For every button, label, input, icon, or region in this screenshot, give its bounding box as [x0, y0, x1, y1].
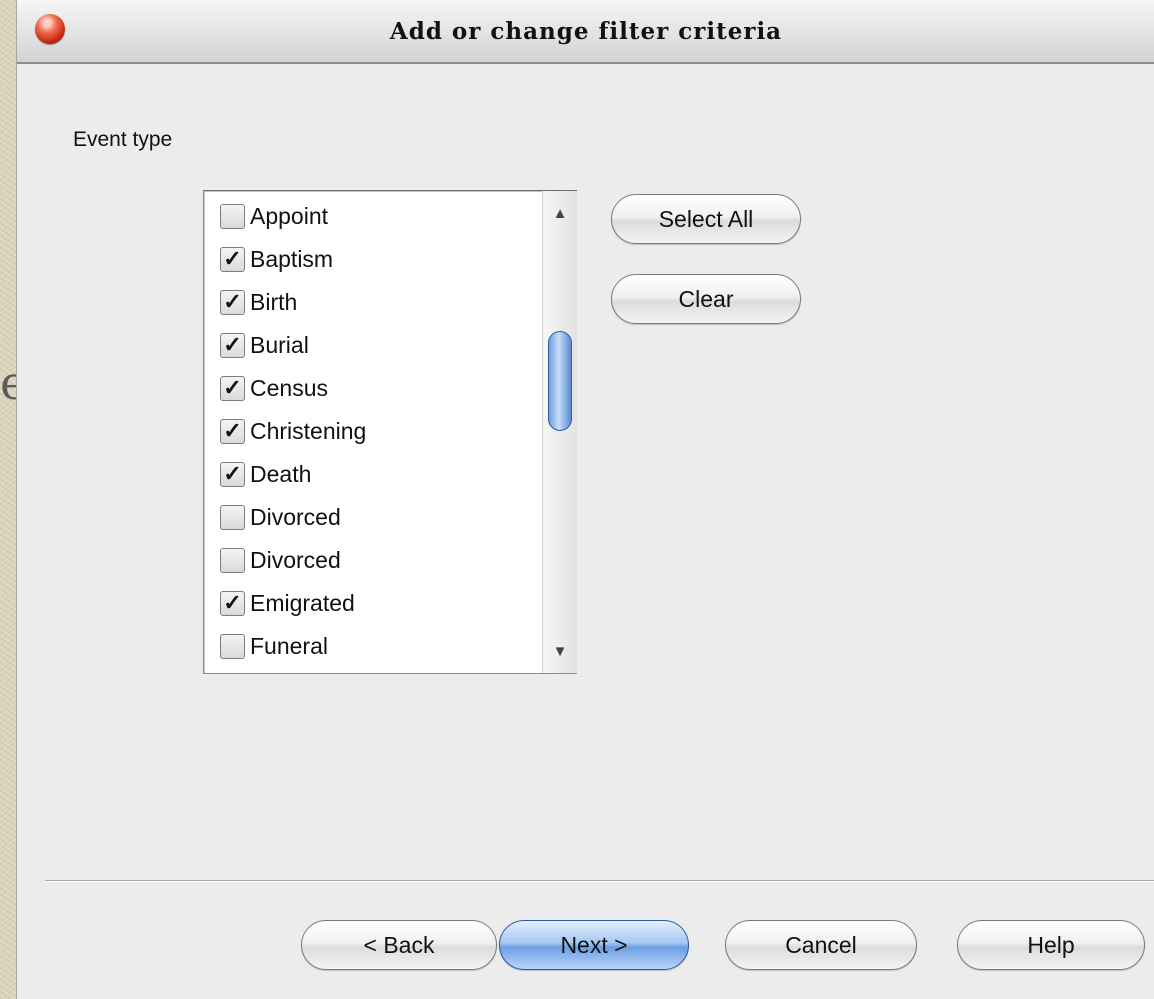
event-type-item[interactable]: Funeral	[204, 625, 534, 667]
select-all-button[interactable]: Select All	[611, 194, 801, 244]
event-type-item[interactable]: ✓ Census	[204, 367, 534, 409]
event-type-item-label: Baptism	[250, 245, 334, 272]
checkbox[interactable]: ✓	[220, 375, 245, 401]
event-type-list: Appoint ✓ Baptism ✓ Birth ✓ Burial ✓ Census ✓ Chri…	[204, 191, 534, 673]
event-type-item[interactable]: Appoint	[204, 195, 534, 237]
footer-separator	[45, 880, 1154, 882]
filter-criteria-dialog: Add or change filter criteria Event type…	[16, 0, 1154, 999]
event-type-item-label: Death	[250, 460, 312, 487]
check-icon: ✓	[223, 332, 242, 357]
event-type-item-label: Emigrated	[250, 589, 355, 616]
event-type-item[interactable]: Divorced	[204, 539, 534, 581]
event-type-item[interactable]: ✓ Death	[204, 453, 534, 495]
checkbox[interactable]	[220, 203, 245, 229]
checkbox[interactable]	[220, 633, 245, 659]
arrow-up-icon[interactable]: ▲	[543, 197, 577, 231]
event-type-item[interactable]: Divorced	[204, 496, 534, 538]
event-type-item[interactable]: ✓ Christening	[204, 410, 534, 452]
title-bar: Add or change filter criteria	[17, 0, 1154, 64]
check-icon: ✓	[223, 418, 242, 443]
back-button[interactable]: < Back	[301, 920, 497, 970]
event-type-listbox[interactable]: Appoint ✓ Baptism ✓ Birth ✓ Burial ✓ Census ✓ Chri…	[203, 190, 577, 674]
arrow-down-icon[interactable]: ▼	[543, 635, 577, 669]
check-icon: ✓	[223, 289, 242, 314]
check-icon: ✓	[223, 461, 242, 486]
event-type-item[interactable]: ✓ Burial	[204, 324, 534, 366]
window-title: Add or change filter criteria	[389, 18, 783, 45]
checkbox[interactable]: ✓	[220, 289, 245, 315]
event-type-item-label: Divorced	[250, 503, 341, 530]
event-type-item-label: Appoint	[250, 202, 329, 229]
listbox-scrollbar[interactable]: ▲ ▼	[542, 191, 577, 673]
checkbox[interactable]	[220, 504, 245, 530]
event-type-item[interactable]: ✓ Emigrated	[204, 582, 534, 624]
cancel-button[interactable]: Cancel	[725, 920, 917, 970]
event-type-item-label: Burial	[250, 331, 309, 358]
help-button[interactable]: Help	[957, 920, 1145, 970]
checkbox[interactable]: ✓	[220, 461, 245, 487]
next-button[interactable]: Next >	[499, 920, 689, 970]
checkbox[interactable]: ✓	[220, 246, 245, 272]
event-type-label: Event type	[73, 128, 173, 151]
checkbox[interactable]	[220, 547, 245, 573]
checkbox[interactable]: ✓	[220, 418, 245, 444]
checkbox[interactable]: ✓	[220, 590, 245, 616]
check-icon: ✓	[223, 375, 242, 400]
check-icon: ✓	[223, 590, 242, 615]
checkbox[interactable]: ✓	[220, 332, 245, 358]
event-type-item-label: Christening	[250, 417, 367, 444]
check-icon: ✓	[223, 246, 242, 271]
event-type-item-label: Funeral	[250, 632, 328, 659]
event-type-item[interactable]: ✓ Birth	[204, 281, 534, 323]
event-type-item-label: Divorced	[250, 546, 341, 573]
event-type-item-label: Birth	[250, 288, 298, 315]
clear-button[interactable]: Clear	[611, 274, 801, 324]
event-type-item-label: Census	[250, 374, 328, 401]
close-icon[interactable]	[35, 14, 65, 44]
scrollbar-thumb[interactable]	[548, 331, 572, 431]
event-type-item[interactable]: ✓ Baptism	[204, 238, 534, 280]
